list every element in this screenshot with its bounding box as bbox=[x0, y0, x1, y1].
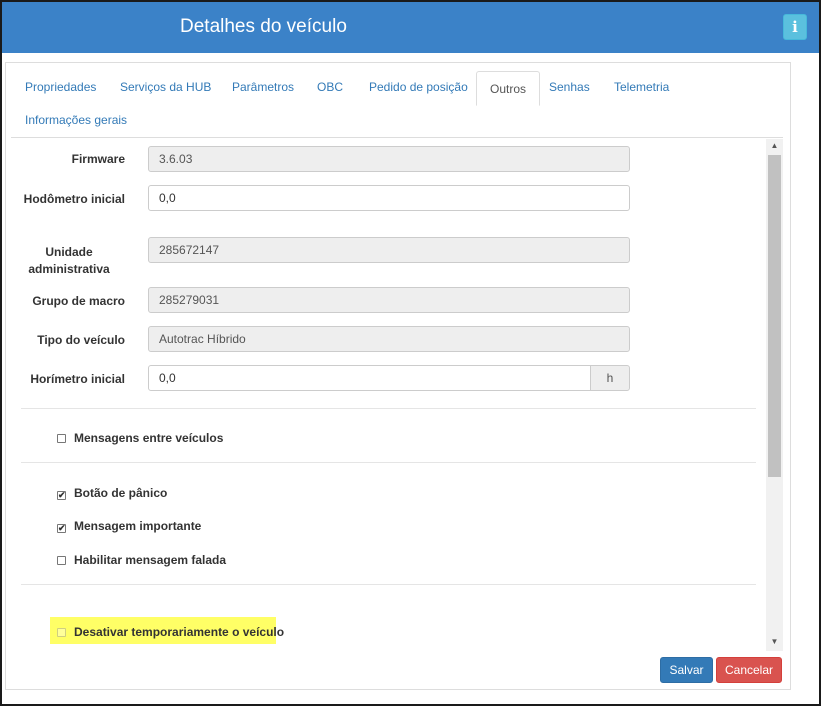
vehicle-details-window: Detalhes do veículo i Propriedades Servi… bbox=[0, 0, 821, 706]
tipo-veiculo-field: Autotrac Híbrido bbox=[148, 326, 630, 352]
scroll-thumb[interactable] bbox=[768, 155, 781, 477]
mensagem-importante-option[interactable]: ✔ Mensagem importante bbox=[57, 519, 201, 533]
mensagem-falada-label: Habilitar mensagem falada bbox=[74, 553, 227, 567]
tab-propriedades[interactable]: Propriedades bbox=[12, 70, 109, 104]
unidade-field: 285672147 bbox=[148, 237, 630, 263]
content-scrollbar[interactable]: ▲ ▼ bbox=[766, 139, 783, 651]
mensagem-importante-checkbox[interactable]: ✔ bbox=[57, 524, 66, 533]
tab-outros[interactable]: Outros bbox=[476, 71, 541, 106]
horimetro-label: Horímetro inicial bbox=[30, 372, 125, 386]
hodometro-label: Hodômetro inicial bbox=[23, 192, 125, 206]
info-icon: i bbox=[792, 18, 798, 36]
tab-pedido-posicao[interactable]: Pedido de posição bbox=[356, 70, 481, 104]
tab-bar: Propriedades Serviços da HUB Parâmetros … bbox=[11, 70, 783, 138]
tab-servicos-hub[interactable]: Serviços da HUB bbox=[107, 70, 224, 104]
mensagens-veiculos-option[interactable]: Mensagens entre veículos bbox=[57, 431, 223, 445]
botao-panico-option[interactable]: ✔ Botão de pânico bbox=[57, 486, 167, 500]
tab-telemetria[interactable]: Telemetria bbox=[601, 70, 682, 104]
save-button[interactable]: Salvar bbox=[660, 657, 713, 683]
desativar-checkbox[interactable] bbox=[57, 628, 66, 637]
firmware-field: 3.6.03 bbox=[148, 146, 630, 172]
unidade-label-line1: Unidade bbox=[45, 245, 93, 259]
hodometro-input[interactable]: 0,0 bbox=[148, 185, 630, 211]
mensagem-importante-label: Mensagem importante bbox=[74, 519, 202, 533]
unidade-label: Unidade administrativa bbox=[13, 244, 125, 278]
mensagens-veiculos-checkbox[interactable] bbox=[57, 434, 66, 443]
tab-senhas[interactable]: Senhas bbox=[536, 70, 603, 104]
outros-tab-content[interactable]: Firmware 3.6.03 Hodômetro inicial 0,0 Un… bbox=[13, 139, 766, 651]
unidade-label-line2: administrativa bbox=[28, 262, 110, 276]
divider-3 bbox=[21, 584, 756, 585]
desativar-label: Desativar temporariamente o veículo bbox=[74, 625, 285, 639]
title-bar: Detalhes do veículo i bbox=[2, 2, 819, 53]
firmware-label: Firmware bbox=[71, 152, 125, 166]
desativar-option[interactable]: Desativar temporariamente o veículo bbox=[57, 625, 284, 639]
horimetro-input[interactable]: 0,0 bbox=[148, 365, 591, 391]
info-button[interactable]: i bbox=[783, 14, 807, 40]
tipo-veiculo-label: Tipo do veículo bbox=[37, 333, 125, 347]
grupo-macro-label: Grupo de macro bbox=[32, 294, 125, 308]
botao-panico-checkbox[interactable]: ✔ bbox=[57, 491, 66, 500]
mensagens-veiculos-label: Mensagens entre veículos bbox=[74, 431, 224, 445]
scroll-up-icon[interactable]: ▲ bbox=[766, 139, 783, 153]
scroll-down-icon[interactable]: ▼ bbox=[766, 635, 783, 649]
tab-obc[interactable]: OBC bbox=[304, 70, 356, 104]
botao-panico-label: Botão de pânico bbox=[74, 486, 168, 500]
tab-parametros[interactable]: Parâmetros bbox=[219, 70, 307, 104]
grupo-macro-field: 285279031 bbox=[148, 287, 630, 313]
tab-informacoes-gerais[interactable]: Informações gerais bbox=[12, 103, 140, 137]
cancel-button[interactable]: Cancelar bbox=[716, 657, 782, 683]
divider-1 bbox=[21, 408, 756, 409]
horimetro-unit-addon: h bbox=[590, 365, 630, 391]
divider-2 bbox=[21, 462, 756, 463]
mensagem-falada-option[interactable]: Habilitar mensagem falada bbox=[57, 553, 226, 567]
window-title: Detalhes do veículo bbox=[180, 16, 347, 37]
mensagem-falada-checkbox[interactable] bbox=[57, 556, 66, 565]
